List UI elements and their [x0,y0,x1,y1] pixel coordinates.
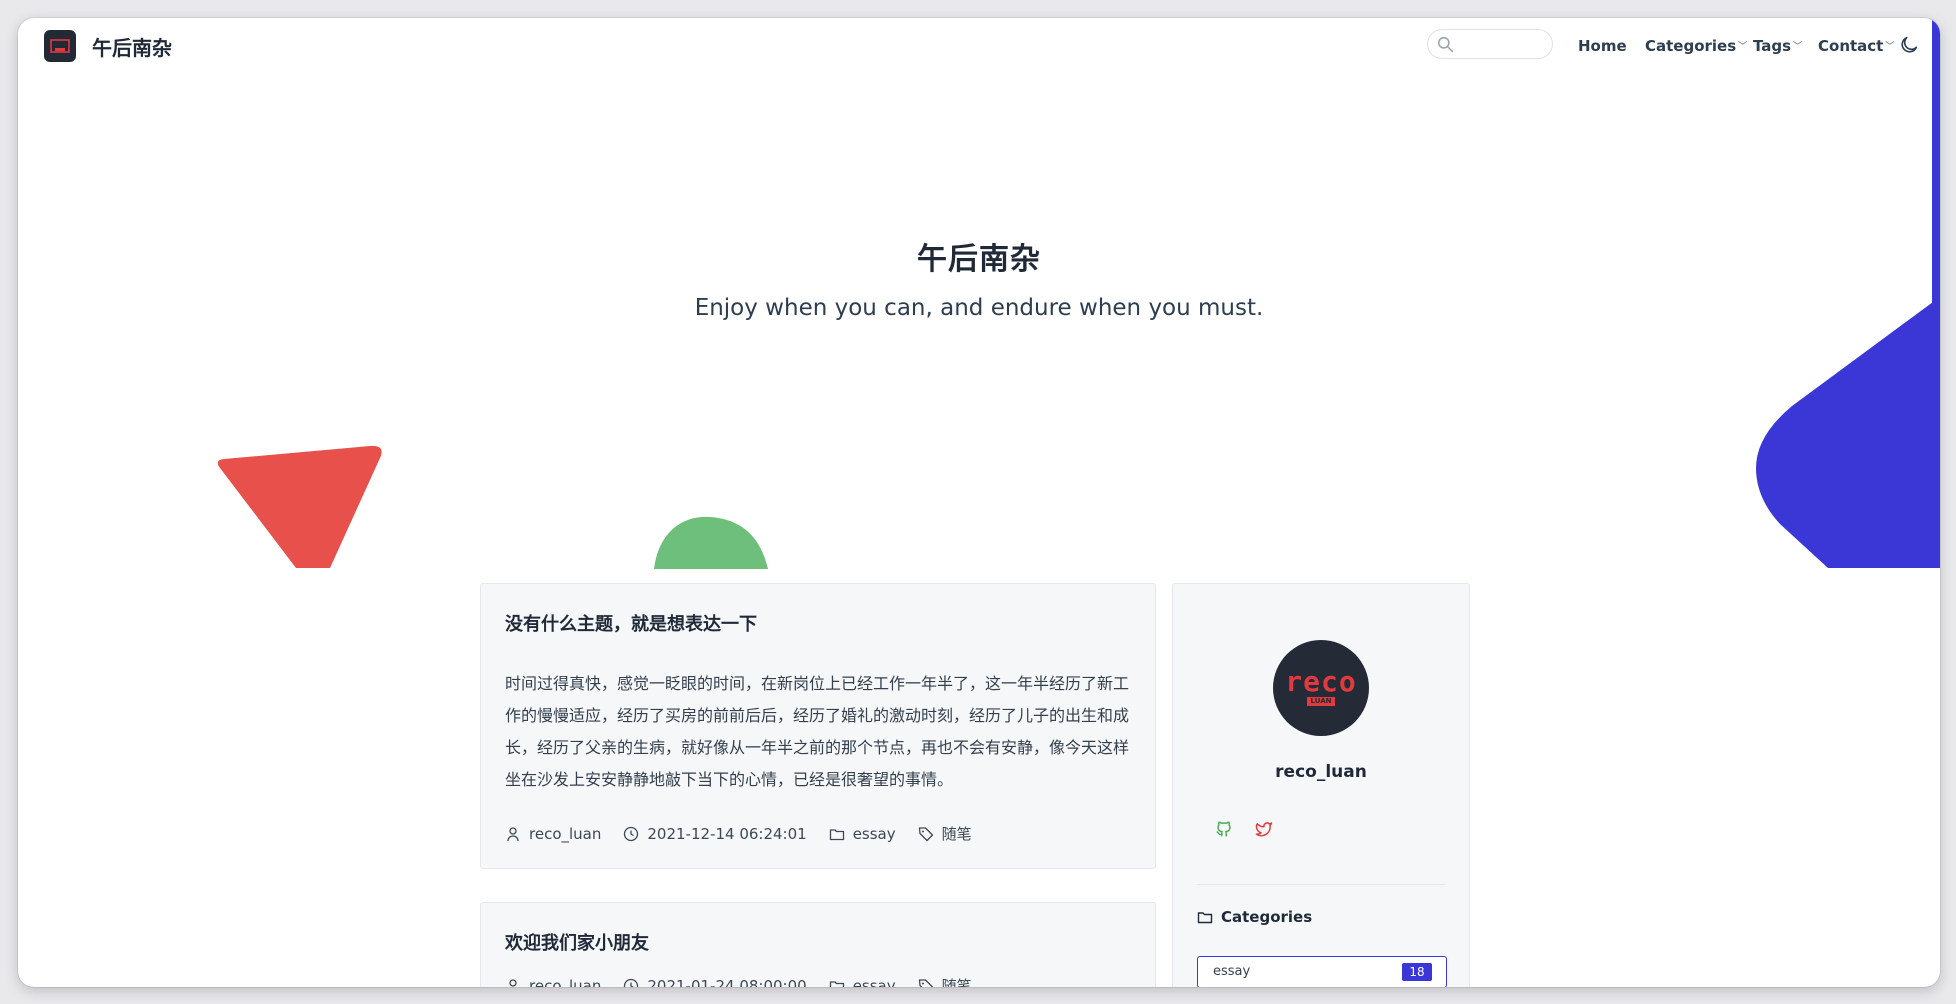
category-name: essay [1213,964,1251,979]
user-icon [507,826,519,841]
post-author: reco_luan [505,976,602,988]
post-excerpt: 时间过得真快，感觉一眨眼的时间，在新岗位上已经工作一年半了，这一年半经历了新工作… [505,674,1130,789]
avatar-tag: LUAN [1306,697,1336,706]
site-name[interactable]: 午后南杂 [92,32,172,61]
tag-icon [918,826,933,841]
post-date-text: 2021-01-24 08:00:00 [647,976,807,988]
post-tag-text: 随笔 [941,825,972,843]
search-input[interactable] [1427,29,1553,59]
user-icon [509,978,517,987]
folder-icon [1197,912,1213,924]
categories-heading: Categories [1197,908,1312,926]
post-tag[interactable]: 随笔 [918,823,972,844]
post-category[interactable]: essay [829,976,896,988]
post-category-text: essay [852,976,896,988]
post-meta: reco_luan 2021-12-14 06:24:01 essay 随笔 [505,823,994,844]
sidebar-divider [1197,884,1445,885]
post-category[interactable]: essay [829,825,896,843]
site-logo[interactable] [44,30,76,62]
post-date: 2021-12-14 06:24:01 [623,824,807,843]
post-tag[interactable]: 随笔 [918,975,972,987]
avatar: reco LUAN [1273,640,1369,736]
red-triangle-decoration [217,445,382,568]
post-date-text: 2021-12-14 06:24:01 [647,824,807,843]
github-icon[interactable] [1215,820,1233,838]
reco-logo-icon [50,39,70,53]
sidebar-info-card: reco LUAN reco_luan Categories essay 18 [1172,583,1470,987]
folder-icon [829,980,844,987]
green-blob-decoration [654,516,768,569]
category-item-essay[interactable]: essay 18 [1197,956,1447,987]
post-card[interactable]: 欢迎我们家小朋友 reco_luan 2021-01-24 08:00:00 e… [480,902,1156,987]
post-author-name: reco_luan [529,976,602,988]
twitter-icon[interactable] [1255,820,1273,838]
category-count-badge: 18 [1402,963,1432,981]
nav-home-label: Home [1578,37,1627,55]
post-date: 2021-01-24 08:00:00 [623,976,807,988]
tag-icon [918,978,933,987]
hero-subtitle: Enjoy when you can, and endure when you … [694,295,1264,321]
blue-diamond-decoration [1756,18,1940,568]
post-author: reco_luan [505,825,601,843]
navbar: 午后南杂 Home Categories ﹀ Tags ﹀ Contact ﹀ [18,18,1940,74]
post-title[interactable]: 没有什么主题，就是想表达一下 [505,610,757,636]
nav-categories-label: Categories [1645,37,1737,55]
hero-title: 午后南杂 [917,242,1041,277]
post-title[interactable]: 欢迎我们家小朋友 [505,929,649,955]
categories-heading-label: Categories [1221,908,1313,926]
clock-icon [624,826,639,841]
browser-window: 午后南杂 Home Categories ﹀ Tags ﹀ Contact ﹀ 午后南… [18,18,1940,987]
post-tag-text: 随笔 [941,977,972,987]
avatar-word: reco [1285,665,1357,698]
post-author-name: reco_luan [529,824,602,843]
post-meta: reco_luan 2021-01-24 08:00:00 essay 随笔 [505,975,994,987]
nav-home[interactable]: Home [1578,37,1627,55]
post-card[interactable]: 没有什么主题，就是想表达一下 时间过得真快，感觉一眨眼的时间，在新岗位上已经工作… [480,583,1156,869]
post-category-text: essay [852,824,896,843]
sidebar-author-name: reco_luan [1275,762,1367,782]
clock-icon [624,978,639,987]
search-icon [1437,36,1454,53]
folder-icon [829,828,844,840]
